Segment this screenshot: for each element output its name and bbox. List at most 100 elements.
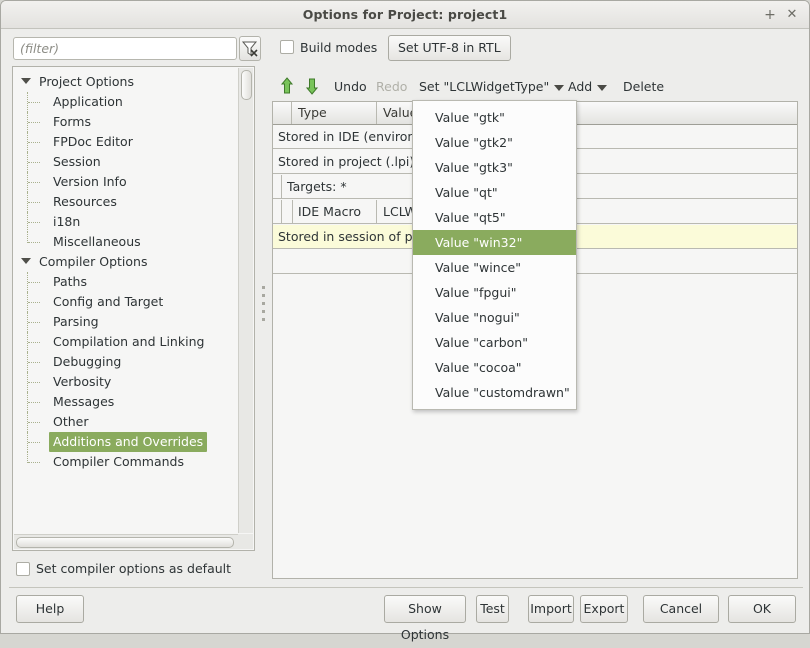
splitter-grip-dot	[262, 286, 265, 289]
sidebar-item-verbosity[interactable]: Verbosity	[13, 372, 239, 392]
sidebar-item-additions-and-overrides[interactable]: Additions and Overrides	[13, 432, 239, 452]
undo-button[interactable]: Undo	[334, 77, 367, 97]
sidebar-item-label: Compilation and Linking	[53, 334, 205, 349]
menu-item[interactable]: Value "fpgui"	[413, 280, 576, 305]
sidebar-item-compiler-options[interactable]: Compiler Options	[13, 252, 239, 272]
add-label: Add	[568, 79, 593, 94]
tree-vertical-scroll-thumb[interactable]	[241, 70, 252, 100]
sidebar-item-debugging[interactable]: Debugging	[13, 352, 239, 372]
sidebar-item-resources[interactable]: Resources	[13, 192, 239, 212]
delete-button[interactable]: Delete	[623, 77, 664, 97]
sidebar-item-label: Forms	[53, 114, 92, 129]
sidebar-item-compilation-and-linking[interactable]: Compilation and Linking	[13, 332, 239, 352]
splitter-grip-dot	[262, 294, 265, 297]
sidebar-item-i18n[interactable]: i18n	[13, 212, 239, 232]
test-button[interactable]: Test	[476, 595, 509, 623]
sidebar-item-label: Messages	[53, 394, 115, 409]
sidebar-item-label: Compiler Options	[39, 254, 148, 269]
filter-input[interactable]	[14, 38, 236, 59]
sidebar-item-label: Config and Target	[53, 294, 164, 309]
window-title: Options for Project: project1	[302, 7, 508, 22]
sidebar-item-version-info[interactable]: Version Info	[13, 172, 239, 192]
filter-input-wrapper[interactable]	[13, 37, 237, 60]
sidebar-item-compiler-commands[interactable]: Compiler Commands	[13, 452, 239, 472]
options-tree[interactable]: Project Options Application Forms FPDoc Edi…	[13, 67, 239, 534]
tree-horizontal-scrollbar[interactable]	[14, 534, 238, 549]
sidebar-item-label: Additions and Overrides	[49, 432, 208, 452]
sidebar-item-label: Application	[53, 94, 123, 109]
menu-item[interactable]: Value "qt"	[413, 180, 576, 205]
help-button[interactable]: Help	[16, 595, 84, 623]
sidebar-item-label: FPDoc Editor	[53, 134, 133, 149]
menu-item[interactable]: Value "cocoa"	[413, 355, 576, 380]
grid-col-0[interactable]	[273, 102, 292, 124]
filter-clear-icon[interactable]	[239, 36, 261, 61]
build-modes-checkbox[interactable]	[280, 40, 294, 54]
title-bar: Options for Project: project1 + ✕	[1, 1, 809, 29]
sidebar-item-label: Version Info	[53, 174, 127, 189]
sidebar-item-label: Miscellaneous	[53, 234, 141, 249]
grid-cell-type[interactable]: IDE Macro	[292, 200, 377, 224]
sidebar-item-fpdoc-editor[interactable]: FPDoc Editor	[13, 132, 239, 152]
chevron-down-icon[interactable]	[21, 258, 31, 264]
menu-item[interactable]: Value "nogui"	[413, 305, 576, 330]
set-utf8-in-rtl-button[interactable]: Set UTF-8 in RTL	[388, 35, 511, 61]
sidebar-item-label: Other	[53, 414, 89, 429]
splitter-grip-dot	[262, 318, 265, 321]
import-button[interactable]: Import	[528, 595, 574, 623]
tree-vertical-scrollbar[interactable]	[238, 68, 253, 533]
menu-item[interactable]: Value "qt5"	[413, 205, 576, 230]
menu-item[interactable]: Value "customdrawn"	[413, 380, 576, 405]
splitter-grip-dot	[262, 302, 265, 305]
sidebar-item-label: Verbosity	[53, 374, 112, 389]
sidebar-item-label: Debugging	[53, 354, 122, 369]
chevron-down-icon[interactable]	[21, 78, 31, 84]
menu-item[interactable]: Value "carbon"	[413, 330, 576, 355]
menu-item[interactable]: Value "wince"	[413, 255, 576, 280]
tree-scroll-corner	[238, 534, 253, 549]
sidebar-item-label: i18n	[53, 214, 81, 229]
chevron-down-icon	[554, 84, 565, 91]
sidebar-item-project-options[interactable]: Project Options	[13, 72, 239, 92]
panel-splitter[interactable]	[259, 66, 268, 551]
set-widgettype-label: Set "LCLWidgetType"	[419, 79, 550, 94]
sidebar-item-config-and-target[interactable]: Config and Target	[13, 292, 239, 312]
splitter-grip-dot	[262, 310, 265, 313]
show-options-button[interactable]: Show Options	[384, 595, 466, 642]
grid-col-type[interactable]: Type	[292, 102, 377, 124]
menu-item[interactable]: Value "gtk"	[413, 105, 576, 130]
sidebar-item-label: Project Options	[39, 74, 134, 89]
redo-button: Redo	[376, 79, 408, 94]
arrow-up-icon[interactable]	[280, 77, 294, 95]
close-icon[interactable]: ✕	[783, 6, 801, 24]
menu-item[interactable]: Value "gtk2"	[413, 130, 576, 155]
options-dialog-window: Options for Project: project1 + ✕ Build …	[0, 0, 810, 642]
export-button[interactable]: Export	[580, 595, 628, 623]
sidebar-item-paths[interactable]: Paths	[13, 272, 239, 292]
sidebar-item-application[interactable]: Application	[13, 92, 239, 112]
sidebar-item-messages[interactable]: Messages	[13, 392, 239, 412]
set-compiler-options-default-checkbox[interactable]	[16, 562, 30, 576]
sidebar-item-label: Parsing	[53, 314, 99, 329]
sidebar-item-parsing[interactable]: Parsing	[13, 312, 239, 332]
tree-horizontal-scroll-thumb[interactable]	[16, 537, 234, 548]
menu-item[interactable]: Value "gtk3"	[413, 155, 576, 180]
set-widgettype-dropdown-button[interactable]: Set "LCLWidgetType"	[419, 77, 565, 97]
footer-separator	[9, 587, 803, 588]
options-tree-panel: Project Options Application Forms FPDoc Edi…	[12, 66, 255, 551]
add-dropdown-button[interactable]: Add	[568, 77, 608, 97]
cancel-button[interactable]: Cancel	[643, 595, 719, 623]
sidebar-item-label: Paths	[53, 274, 87, 289]
arrow-down-icon[interactable]	[305, 77, 319, 95]
ok-button[interactable]: OK	[728, 595, 796, 623]
set-compiler-options-default-label: Set compiler options as default	[36, 561, 232, 576]
maximize-icon[interactable]: +	[761, 6, 779, 24]
overrides-toolbar: Undo Redo Set "LCLWidgetType" Add Delete	[272, 73, 802, 101]
sidebar-item-forms[interactable]: Forms	[13, 112, 239, 132]
sidebar-item-session[interactable]: Session	[13, 152, 239, 172]
sidebar-item-other[interactable]: Other	[13, 412, 239, 432]
widgettype-dropdown-menu[interactable]: Value "gtk" Value "gtk2" Value "gtk3" Value…	[412, 100, 577, 410]
grid-row-label: Targets: *	[287, 179, 347, 194]
sidebar-item-miscellaneous[interactable]: Miscellaneous	[13, 232, 239, 252]
menu-item[interactable]: Value "win32"	[413, 230, 576, 255]
